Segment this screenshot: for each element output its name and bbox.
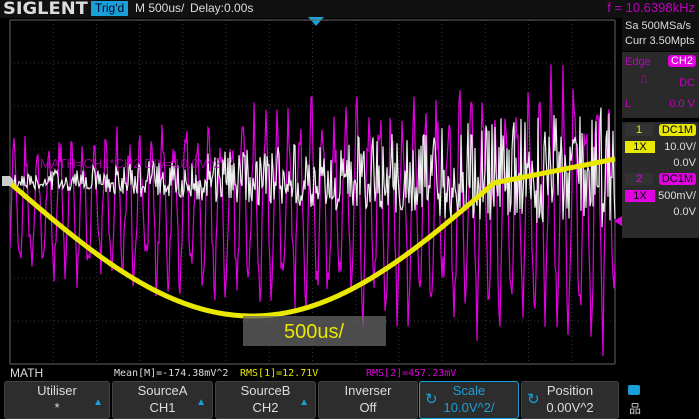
trigger-status: Trig'd bbox=[91, 1, 129, 16]
grid bbox=[9, 19, 616, 365]
ch2-coupling: DC1M bbox=[658, 173, 696, 185]
menu-source-a[interactable]: SourceA CH1 ▲ bbox=[112, 381, 213, 419]
ch2-number: 2 bbox=[625, 173, 653, 185]
trigger-level-label: L bbox=[625, 98, 632, 110]
waveform-display: MATH=CH1*CH2 DIV=10.0V^2 500us/ bbox=[2, 19, 622, 365]
ch2-panel[interactable]: 2 DC1M 1X 500mV/ 0.0V bbox=[622, 171, 699, 238]
math-label: MATH=CH1*CH2 DIV=10.0V^2 bbox=[40, 156, 221, 171]
top-bar: SIGLENT Trig'd M 500us/ Delay:0.00s f = … bbox=[0, 0, 699, 18]
ch2-offset: 0.0V bbox=[673, 206, 696, 218]
trigger-coupling: DC bbox=[679, 77, 695, 89]
menu-position[interactable]: Position 0.00V^2 ↻ bbox=[521, 381, 619, 419]
menu-title: MATH bbox=[10, 366, 44, 380]
memory-depth: Curr 3.50Mpts bbox=[625, 35, 695, 47]
rms1-measurement: RMS[1]=12.71V bbox=[240, 368, 319, 379]
trigger-level: 0.0 V bbox=[669, 98, 695, 110]
arrow-up-icon: ▲ bbox=[299, 397, 309, 408]
ch2-probe: 1X bbox=[625, 190, 655, 202]
ch1-coupling: DC1M bbox=[658, 124, 696, 136]
ch1-number: 1 bbox=[625, 124, 653, 136]
trigger-type: Edge bbox=[625, 56, 651, 68]
timebase-popup: 500us/ bbox=[284, 321, 344, 343]
network-icon: 品 bbox=[629, 402, 642, 416]
rising-edge-icon: ⎍ bbox=[640, 74, 648, 86]
menu-scale[interactable]: Scale 10.0V^2/↻ bbox=[419, 381, 519, 419]
ch2-scale: 500mV/ bbox=[658, 190, 696, 202]
ch1-probe: 1X bbox=[625, 141, 655, 153]
rotate-knob-icon: ↻ bbox=[527, 391, 540, 408]
menu-source-b[interactable]: SourceB CH2 ▲ bbox=[215, 381, 316, 419]
rms2-measurement: RMS[2]=457.23mV bbox=[366, 368, 457, 379]
brand-logo: SIGLENT bbox=[3, 0, 88, 19]
arrow-up-icon: ▲ bbox=[196, 397, 206, 408]
frequency-readout: f = 10.6398kHz bbox=[607, 0, 695, 15]
rotate-knob-icon: ↻ bbox=[425, 391, 438, 408]
ch1-offset: 0.0V bbox=[673, 157, 696, 169]
trigger-source: CH2 bbox=[667, 55, 696, 67]
trigger-panel[interactable]: Edge CH2 ⎍ DC L 0.0 V bbox=[622, 52, 699, 118]
sample-rate: Sa 500MSa/s bbox=[625, 20, 692, 32]
timebase[interactable]: M 500us/ bbox=[135, 1, 184, 16]
arrow-up-icon: ▲ bbox=[93, 397, 103, 408]
delay[interactable]: Delay:0.00s bbox=[190, 1, 253, 16]
ch1-scale: 10.0V/ bbox=[664, 141, 696, 153]
menu-utiliser[interactable]: Utiliser * ▲ bbox=[4, 381, 110, 419]
mean-measurement: Mean[M]=-174.38mV^2 bbox=[114, 368, 229, 379]
acquisition-panel: Sa 500MSa/s Curr 3.50Mpts bbox=[622, 18, 699, 51]
usb-icon bbox=[628, 385, 640, 395]
menu-inverser[interactable]: Inverser Off bbox=[318, 381, 418, 419]
